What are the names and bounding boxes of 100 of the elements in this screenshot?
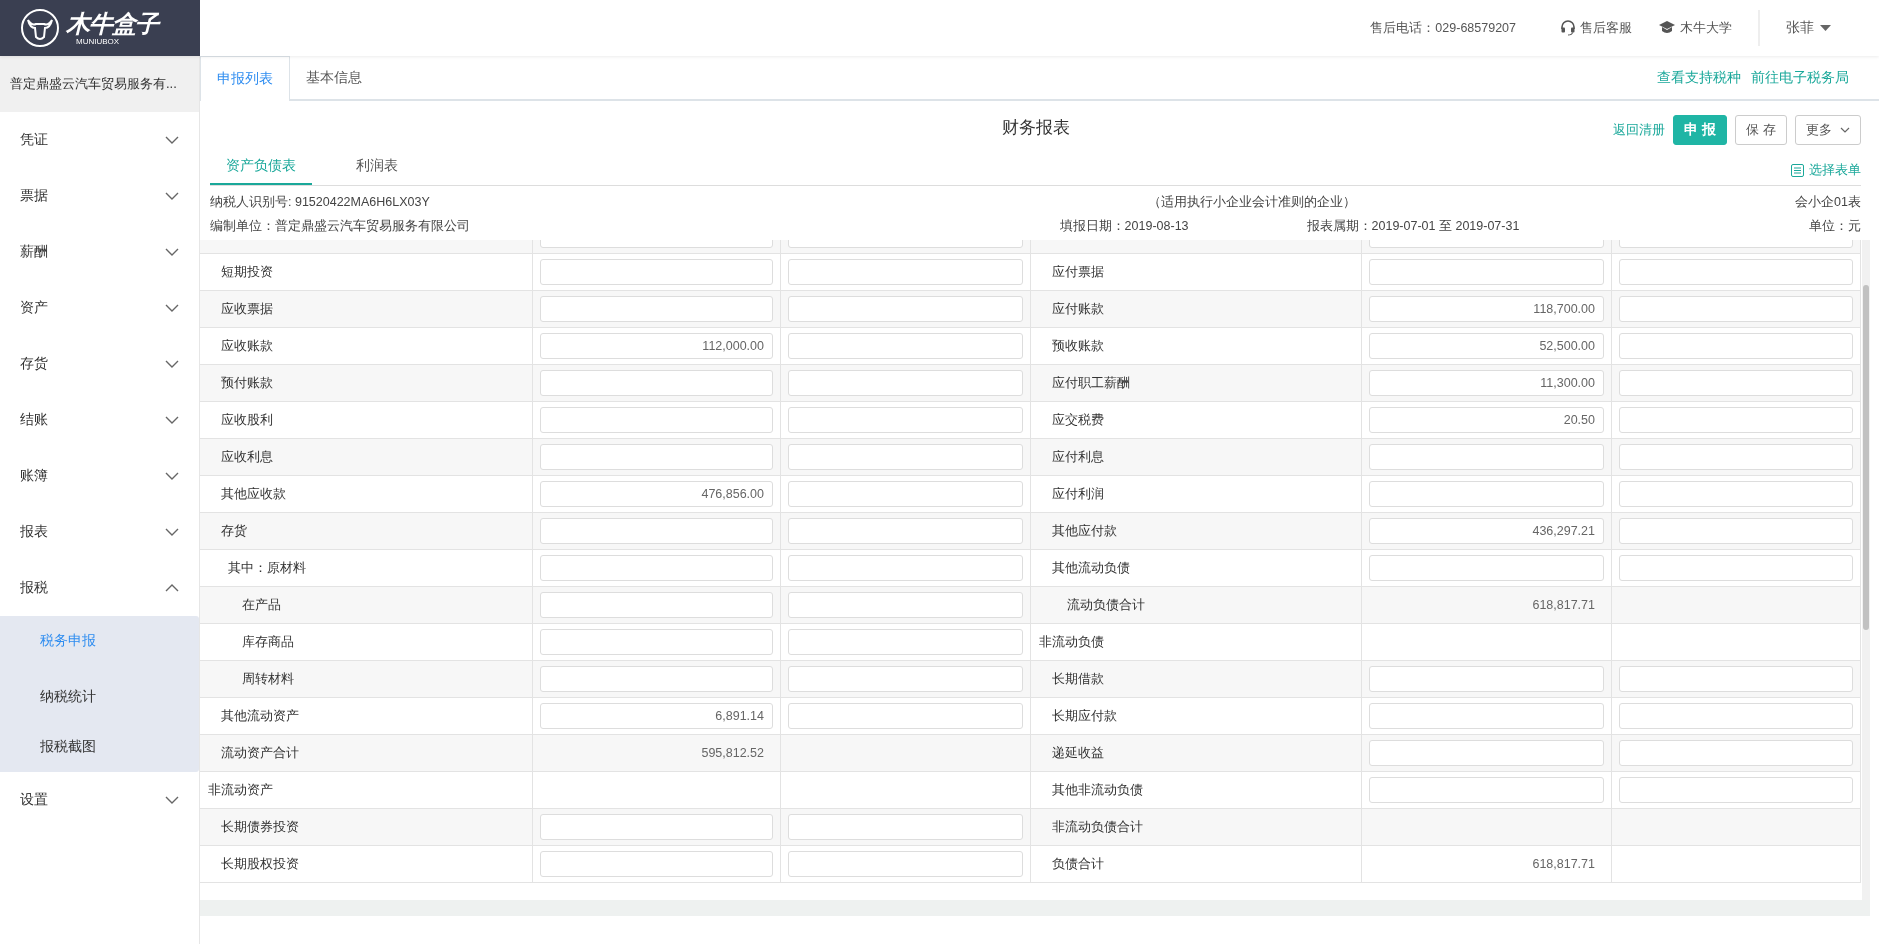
menu-item[interactable]: 账簿 (0, 448, 199, 504)
menu-item[interactable]: 设置 (0, 772, 199, 828)
amount-field[interactable] (1619, 296, 1853, 322)
amount-field[interactable] (540, 629, 773, 655)
chevron-icon (165, 584, 179, 592)
chevron-icon (165, 360, 179, 368)
academy-link[interactable]: 木牛大学 (1658, 19, 1732, 37)
row-label: 长期借款 (1051, 670, 1104, 688)
amount-field[interactable]: 11,300.00 (1369, 370, 1604, 396)
row-label: 其他流动资产 (220, 707, 299, 725)
amount-field[interactable] (788, 333, 1023, 359)
company-name: 普定鼎盛云汽车贸易服务有... (0, 56, 199, 112)
menu-item[interactable]: 报表 (0, 504, 199, 560)
save-button[interactable]: 保 存 (1735, 115, 1787, 145)
total-amount: 618,817.71 (1532, 857, 1596, 871)
amount-field[interactable] (540, 296, 773, 322)
amount-field[interactable] (1369, 740, 1604, 766)
row-label: 应收股利 (220, 411, 273, 429)
menu-item[interactable]: 存货 (0, 336, 199, 392)
row-label: 流动资产合计 (220, 744, 299, 762)
support-link[interactable]: 售后客服 (1560, 19, 1632, 37)
amount-field[interactable] (1369, 555, 1604, 581)
amount-field[interactable] (1619, 481, 1853, 507)
headset-icon (1560, 20, 1576, 36)
amount-field[interactable] (540, 259, 773, 285)
amount-field[interactable] (1619, 703, 1853, 729)
amount-field[interactable] (1619, 407, 1853, 433)
menu-item[interactable]: 薪酬 (0, 224, 199, 280)
amount-field[interactable] (540, 518, 773, 544)
submenu-item[interactable]: 报税截图 (0, 722, 199, 772)
horizontal-scrollbar[interactable] (200, 900, 1870, 916)
amount-field[interactable] (1369, 703, 1604, 729)
amount-field[interactable] (1619, 666, 1853, 692)
scrollbar[interactable] (1862, 240, 1870, 900)
amount-field[interactable] (540, 666, 773, 692)
amount-field[interactable] (1619, 370, 1853, 396)
amount-field[interactable] (788, 370, 1023, 396)
row-label: 非流动资产 (207, 781, 273, 799)
user-menu[interactable]: 张菲 (1786, 19, 1831, 37)
menu-item[interactable]: 结账 (0, 392, 199, 448)
total-amount: 618,817.71 (1532, 598, 1596, 612)
amount-field[interactable] (540, 814, 773, 840)
amount-field[interactable]: 6,891.14 (540, 703, 773, 729)
amount-field[interactable] (1619, 333, 1853, 359)
amount-field[interactable] (788, 444, 1023, 470)
amount-field[interactable] (1619, 555, 1853, 581)
submenu-item[interactable]: 纳税统计 (0, 672, 199, 722)
more-dropdown[interactable]: 更多 (1795, 115, 1861, 145)
row-label: 短期投资 (220, 263, 273, 281)
row-label: 应付利润 (1051, 485, 1104, 503)
amount-field[interactable] (788, 814, 1023, 840)
amount-field[interactable] (1369, 259, 1604, 285)
amount-field[interactable] (788, 851, 1023, 877)
menu-item[interactable]: 报税 (0, 560, 199, 616)
amount-field[interactable] (540, 592, 773, 618)
row-label: 长期债券投资 (220, 818, 299, 836)
row-label: 应交税费 (1051, 411, 1104, 429)
amount-field[interactable] (788, 666, 1023, 692)
amount-field[interactable] (1619, 740, 1853, 766)
amount-field[interactable] (788, 296, 1023, 322)
amount-field[interactable] (788, 592, 1023, 618)
menu-item[interactable]: 凭证 (0, 112, 199, 168)
standard-note: （适用执行小企业会计准则的企业） (1147, 193, 1357, 211)
menu-item[interactable]: 票据 (0, 168, 199, 224)
amount-field[interactable] (540, 407, 773, 433)
amount-field[interactable] (540, 370, 773, 396)
amount-field[interactable] (788, 703, 1023, 729)
amount-field[interactable] (1369, 777, 1604, 803)
amount-field[interactable] (1369, 481, 1604, 507)
amount-field[interactable] (788, 555, 1023, 581)
amount-field[interactable] (1369, 444, 1604, 470)
amount-field[interactable] (788, 629, 1023, 655)
amount-field[interactable] (1619, 259, 1853, 285)
amount-field[interactable]: 476,856.00 (540, 481, 773, 507)
total-amount: 595,812.52 (701, 746, 765, 760)
amount-field[interactable] (1619, 518, 1853, 544)
amount-field[interactable] (540, 444, 773, 470)
amount-field[interactable] (540, 851, 773, 877)
row-label: 非流动负债合计 (1051, 818, 1143, 836)
chevron-icon (165, 136, 179, 144)
tab[interactable]: 申报列表 (200, 56, 290, 101)
amount-field[interactable] (1369, 666, 1604, 692)
amount-field[interactable]: 436,297.21 (1369, 518, 1604, 544)
sheet-tab[interactable]: 利润表 (340, 157, 414, 185)
amount-field[interactable] (1619, 444, 1853, 470)
amount-field[interactable] (788, 407, 1023, 433)
row-label: 其他非流动负债 (1051, 781, 1143, 799)
amount-field[interactable]: 52,500.00 (1369, 333, 1604, 359)
menu-item[interactable]: 资产 (0, 280, 199, 336)
amount-field[interactable]: 118,700.00 (1369, 296, 1604, 322)
amount-field[interactable]: 112,000.00 (540, 333, 773, 359)
amount-field[interactable] (788, 259, 1023, 285)
amount-field[interactable] (788, 518, 1023, 544)
amount-field[interactable]: 20.50 (1369, 407, 1604, 433)
row-label: 其他应付款 (1051, 522, 1117, 540)
amount-field[interactable] (540, 555, 773, 581)
amount-field[interactable] (788, 481, 1023, 507)
row-label: 长期应付款 (1051, 707, 1117, 725)
amount-field[interactable] (1619, 777, 1853, 803)
tab[interactable]: 基本信息 (290, 56, 378, 99)
